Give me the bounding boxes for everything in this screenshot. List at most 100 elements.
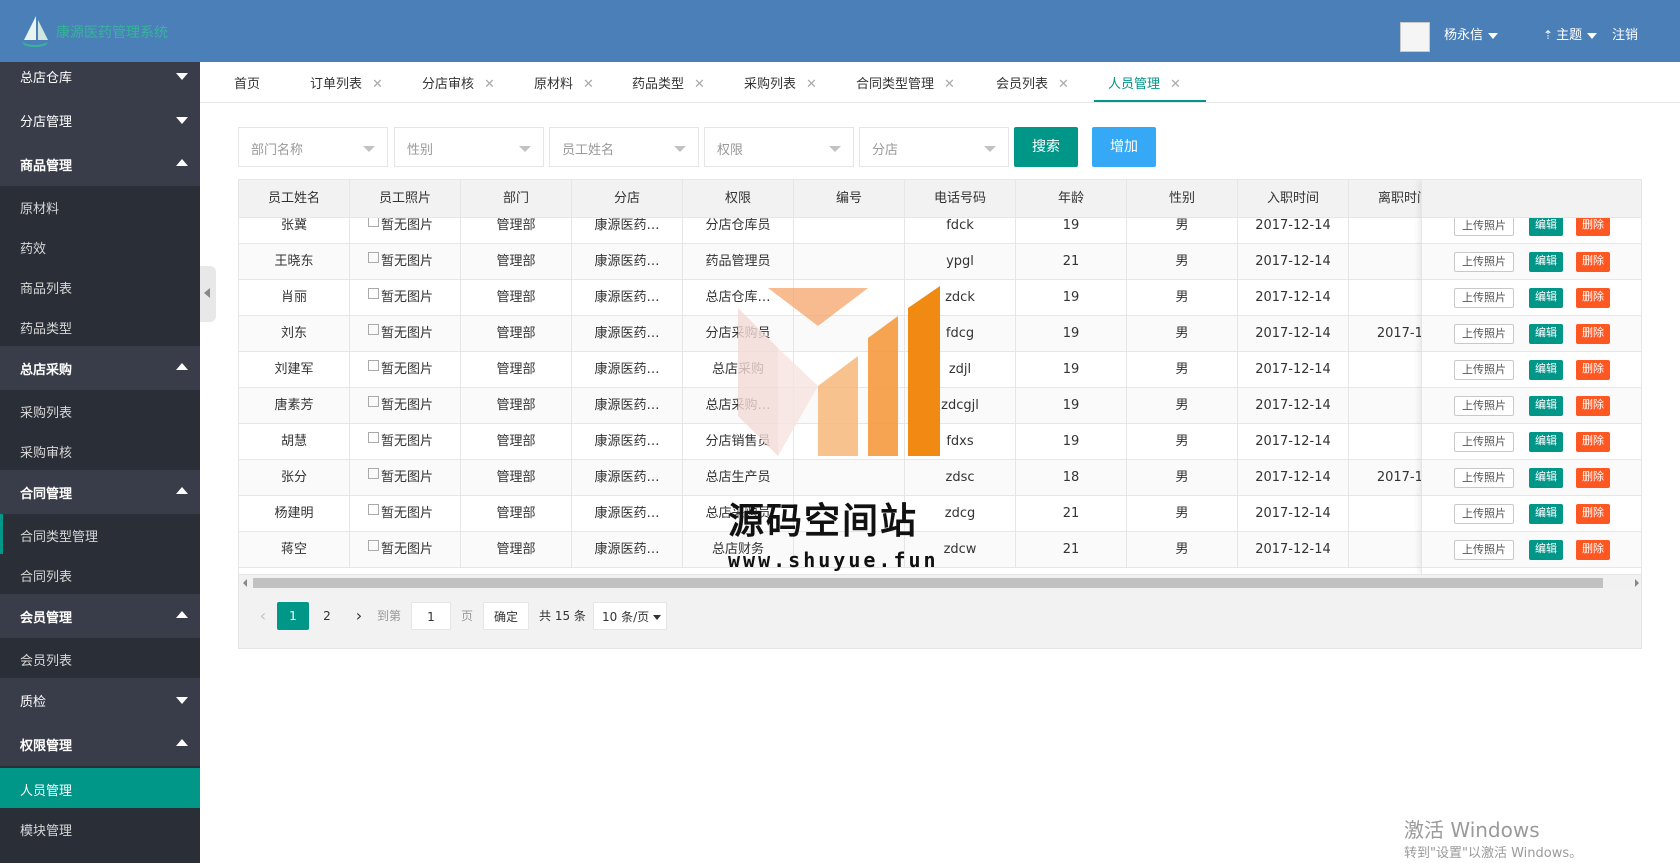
user-menu[interactable]: 杨永信 [1444, 24, 1499, 43]
sidebar-group-qc[interactable]: 质检 [0, 678, 200, 722]
sidebar-item-goods-list[interactable]: 商品列表 [0, 266, 200, 306]
upload-photo-button[interactable]: 上传照片 [1454, 252, 1514, 272]
sidebar-group-contract[interactable]: 合同管理 [0, 470, 200, 514]
tab-order-list[interactable]: 订单列表 ✕ [310, 73, 383, 92]
upload-photo-button[interactable]: 上传照片 [1454, 432, 1514, 452]
column-header[interactable]: 性别 [1127, 180, 1238, 218]
delete-button[interactable]: 删除 [1576, 396, 1610, 416]
sidebar-group-branch[interactable]: 分店管理 [0, 98, 200, 142]
column-header[interactable]: 分店 [572, 180, 683, 218]
column-header[interactable]: 电话号码 [905, 180, 1016, 218]
delete-button[interactable]: 删除 [1576, 324, 1610, 344]
column-header[interactable]: 入职时间 [1238, 180, 1349, 218]
add-button[interactable]: 增加 [1092, 127, 1156, 167]
close-icon[interactable]: ✕ [484, 77, 495, 92]
tab-member-list[interactable]: 会员列表 ✕ [996, 73, 1069, 92]
edit-button[interactable]: 编辑 [1529, 504, 1563, 524]
upload-photo-button[interactable]: 上传照片 [1454, 324, 1514, 344]
role-select[interactable]: 权限 [704, 127, 854, 167]
upload-photo-button[interactable]: 上传照片 [1454, 360, 1514, 380]
edit-button[interactable]: 编辑 [1529, 396, 1563, 416]
delete-button[interactable]: 删除 [1576, 252, 1610, 272]
tab-purchase-list[interactable]: 采购列表 ✕ [744, 73, 817, 92]
scrollbar-thumb[interactable] [253, 578, 1603, 588]
page-size-select[interactable]: 10 条/页 [593, 602, 667, 630]
sidebar-item-module[interactable]: 模块管理 [0, 808, 200, 848]
goto-page-input[interactable]: 1 [411, 602, 451, 630]
upload-photo-button[interactable]: 上传照片 [1454, 288, 1514, 308]
sidebar-item-contract-type[interactable]: 合同类型管理 [0, 514, 200, 554]
edit-button[interactable]: 编辑 [1529, 360, 1563, 380]
edit-button[interactable]: 编辑 [1529, 540, 1563, 560]
sidebar-collapse-handle[interactable] [200, 266, 216, 322]
delete-button[interactable]: 删除 [1576, 360, 1610, 380]
logout-link[interactable]: 注销 [1612, 24, 1638, 43]
edit-button[interactable]: 编辑 [1529, 324, 1563, 344]
close-icon[interactable]: ✕ [372, 77, 383, 92]
close-icon[interactable]: ✕ [694, 77, 705, 92]
page-2[interactable]: 2 [311, 602, 343, 630]
edit-button[interactable]: 编辑 [1529, 216, 1563, 236]
user-avatar[interactable] [1400, 22, 1430, 52]
theme-menu[interactable]: ⇡ 主题 [1543, 24, 1598, 43]
upload-photo-button[interactable]: 上传照片 [1454, 396, 1514, 416]
dept-select[interactable]: 部门名称 [238, 127, 388, 167]
sidebar-group-member[interactable]: 会员管理 [0, 594, 200, 638]
upload-photo-button[interactable]: 上传照片 [1454, 468, 1514, 488]
delete-button[interactable]: 删除 [1576, 540, 1610, 560]
sidebar-item-contract-list[interactable]: 合同列表 [0, 554, 200, 594]
delete-button[interactable]: 删除 [1576, 468, 1610, 488]
sidebar-group-permission[interactable]: 权限管理 [0, 722, 200, 766]
page-1[interactable]: 1 [277, 602, 309, 630]
tab-branch-review[interactable]: 分店审核 ✕ [422, 73, 495, 92]
upload-photo-button[interactable]: 上传照片 [1454, 216, 1514, 236]
scroll-right-icon[interactable] [1635, 579, 1639, 587]
edit-button[interactable]: 编辑 [1529, 288, 1563, 308]
next-page-icon[interactable]: › [349, 602, 369, 630]
sidebar-item-raw-material[interactable]: 原材料 [0, 186, 200, 226]
close-icon[interactable]: ✕ [944, 77, 955, 92]
column-header[interactable]: 员工照片 [350, 180, 461, 218]
tab-raw-material[interactable]: 原材料 ✕ [534, 73, 594, 92]
column-header[interactable]: 编号 [794, 180, 905, 218]
upload-photo-button[interactable]: 上传照片 [1454, 504, 1514, 524]
gender-select[interactable]: 性别 [394, 127, 544, 167]
close-icon[interactable]: ✕ [1058, 77, 1069, 92]
sidebar-item-purchase-list[interactable]: 采购列表 [0, 390, 200, 430]
tab-drug-type[interactable]: 药品类型 ✕ [632, 73, 705, 92]
horizontal-scrollbar[interactable] [239, 574, 1641, 590]
column-header[interactable]: 权限 [683, 180, 794, 218]
sidebar-item-staff[interactable]: 人员管理 [0, 768, 200, 808]
sidebar-group-purchase[interactable]: 总店采购 [0, 346, 200, 390]
edit-button[interactable]: 编辑 [1529, 468, 1563, 488]
search-button[interactable]: 搜索 [1014, 127, 1078, 167]
sidebar-group-goods[interactable]: 商品管理 [0, 142, 200, 186]
close-icon[interactable]: ✕ [806, 77, 817, 92]
sidebar-item-drug-type[interactable]: 药品类型 [0, 306, 200, 346]
edit-button[interactable]: 编辑 [1529, 252, 1563, 272]
name-select[interactable]: 员工姓名 [549, 127, 699, 167]
tab-home[interactable]: 首页 [234, 73, 260, 92]
column-header[interactable]: 年龄 [1016, 180, 1127, 218]
delete-button[interactable]: 删除 [1576, 288, 1610, 308]
upload-photo-button[interactable]: 上传照片 [1454, 540, 1514, 560]
edit-button[interactable]: 编辑 [1529, 432, 1563, 452]
scroll-left-icon[interactable] [243, 579, 247, 587]
branch-select[interactable]: 分店 [859, 127, 1009, 167]
column-header[interactable]: 员工姓名 [239, 180, 350, 218]
sidebar-item-member-list[interactable]: 会员列表 [0, 638, 200, 678]
delete-button[interactable]: 删除 [1576, 504, 1610, 524]
prev-page-icon[interactable]: ‹ [253, 602, 273, 630]
staff-photo: 暂无图片 [350, 244, 461, 280]
delete-button[interactable]: 删除 [1576, 432, 1610, 452]
column-header[interactable]: 部门 [461, 180, 572, 218]
sidebar-item-efficacy[interactable]: 药效 [0, 226, 200, 266]
delete-button[interactable]: 删除 [1576, 216, 1610, 236]
close-icon[interactable]: ✕ [583, 77, 594, 92]
sidebar-group-warehouse[interactable]: 总店仓库 [0, 62, 200, 98]
goto-confirm-button[interactable]: 确定 [483, 602, 529, 630]
close-icon[interactable]: ✕ [1170, 77, 1181, 92]
sidebar-item-purchase-review[interactable]: 采购审核 [0, 430, 200, 470]
tab-staff[interactable]: 人员管理 ✕ [1108, 73, 1181, 92]
tab-contract-type[interactable]: 合同类型管理 ✕ [856, 73, 955, 92]
